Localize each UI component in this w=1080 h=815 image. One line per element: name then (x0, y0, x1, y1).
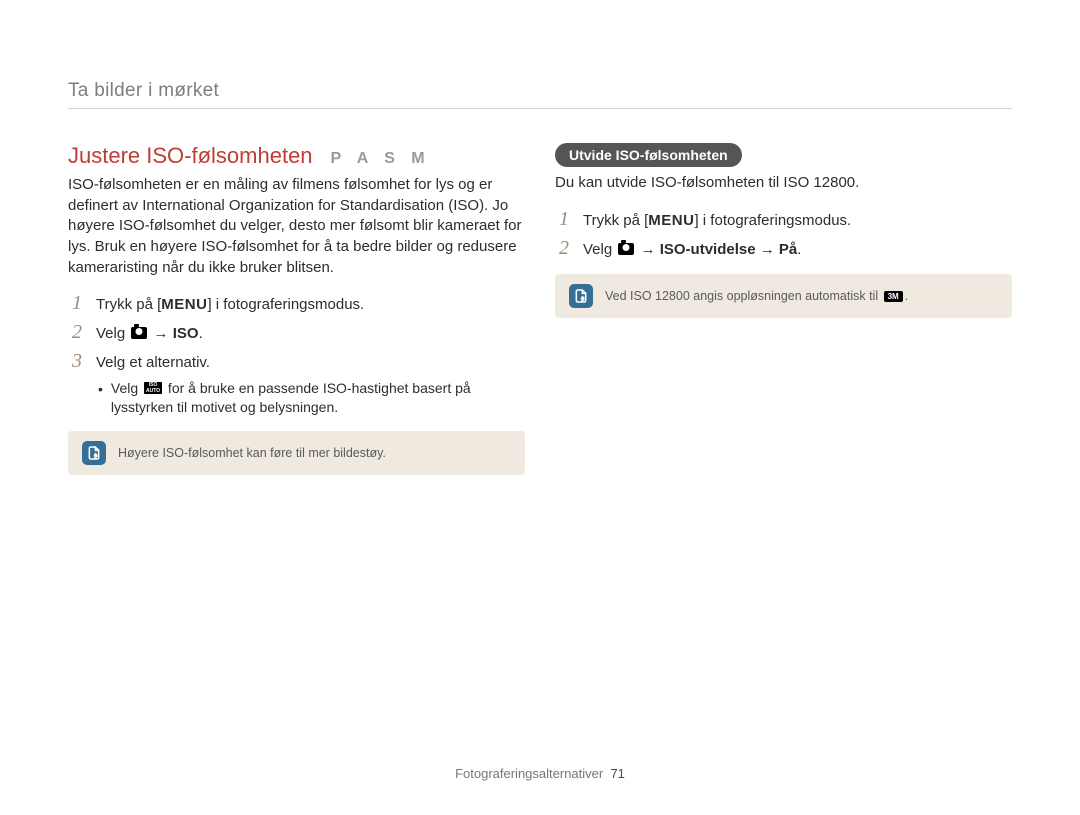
intro-paragraph: Du kan utvide ISO-følsomheten til ISO 12… (555, 173, 1012, 194)
note-box: Høyere ISO-følsomhet kan føre til mer bi… (68, 431, 525, 475)
step-3: 3 Velg et alternativ. (68, 350, 525, 373)
menu-label: MENU (648, 212, 694, 229)
left-column: Justere ISO-følsomheten P A S M ISO-føls… (68, 143, 525, 475)
steps-list: 1 Trykk på [MENU] i fotograferingsmodus.… (68, 292, 525, 373)
step-text: Velg et alternativ. (96, 350, 210, 373)
camera-icon (618, 243, 634, 255)
two-column-layout: Justere ISO-følsomheten P A S M ISO-føls… (68, 143, 1012, 475)
menu-label: MENU (161, 296, 207, 313)
step-1: 1 Trykk på [MENU] i fotograferingsmodus. (555, 208, 1012, 231)
note-text: Høyere ISO-følsomhet kan føre til mer bi… (118, 446, 386, 460)
mode-indicator: P A S M (331, 150, 431, 168)
step-text: Velg → ISO-utvidelse → På. (583, 237, 801, 260)
page-number: 71 (610, 766, 624, 781)
page: Ta bilder i mørket Justere ISO-følsomhet… (0, 0, 1080, 475)
resolution-icon: 3M (884, 291, 903, 302)
bullet-dot: • (98, 379, 103, 417)
step-1: 1 Trykk på [MENU] i fotograferingsmodus. (68, 292, 525, 315)
step-2: 2 Velg → ISO-utvidelse → På. (555, 237, 1012, 260)
step-2: 2 Velg → ISO. (68, 321, 525, 344)
step-number: 2 (68, 321, 86, 342)
step-text: Trykk på [MENU] i fotograferingsmodus. (583, 208, 851, 231)
bullet-item: • Velg ISOAUTO for å bruke en passende I… (98, 379, 525, 417)
note-icon (82, 441, 106, 465)
step-number: 2 (555, 237, 573, 258)
right-column: Utvide ISO-følsomheten Du kan utvide ISO… (555, 143, 1012, 475)
intro-paragraph: ISO-følsomheten er en måling av filmens … (68, 175, 525, 278)
step-number: 1 (555, 208, 573, 229)
bullet-text: Velg ISOAUTO for å bruke en passende ISO… (111, 379, 525, 417)
page-footer: Fotograferingsalternativer 71 (0, 766, 1080, 781)
section-header: Ta bilder i mørket (68, 80, 1012, 109)
subheading-pill: Utvide ISO-følsomheten (555, 143, 742, 167)
bullet-list: • Velg ISOAUTO for å bruke en passende I… (68, 379, 525, 417)
step-number: 3 (68, 350, 86, 371)
steps-list: 1 Trykk på [MENU] i fotograferingsmodus.… (555, 208, 1012, 260)
footer-label: Fotograferingsalternativer (455, 766, 603, 781)
heading: Justere ISO-følsomheten (68, 143, 313, 169)
camera-icon (131, 327, 147, 339)
step-text: Velg → ISO. (96, 321, 203, 344)
step-number: 1 (68, 292, 86, 313)
note-text: Ved ISO 12800 angis oppløsningen automat… (605, 289, 908, 303)
note-icon (569, 284, 593, 308)
iso-auto-icon: ISOAUTO (144, 382, 162, 394)
note-box: Ved ISO 12800 angis oppløsningen automat… (555, 274, 1012, 318)
heading-row: Justere ISO-følsomheten P A S M (68, 143, 525, 169)
step-text: Trykk på [MENU] i fotograferingsmodus. (96, 292, 364, 315)
